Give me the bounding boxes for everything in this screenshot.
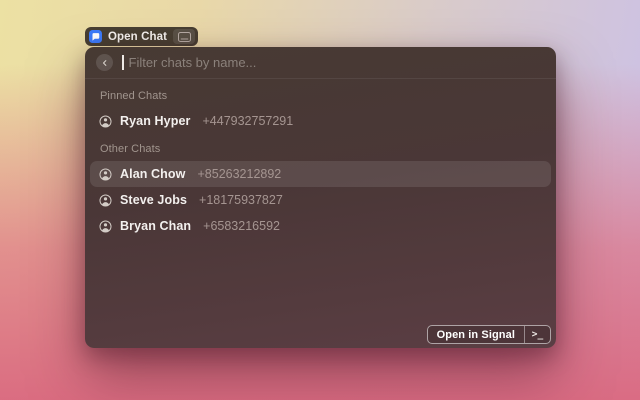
chat-phone: +447932757291 [202,114,293,128]
chat-bubble-icon [89,30,102,43]
section-header: Other Chats [90,134,551,161]
chat-section: Pinned Chats Ryan Hyper +447932757291 [90,81,551,134]
person-circle-icon [99,168,112,181]
terminal-prompt-icon: >_ [525,329,550,340]
command-badge-label: Open Chat [108,31,167,43]
open-in-signal-label: Open in Signal [428,329,524,341]
chat-phone: +18175937827 [199,193,283,207]
search-bar [85,47,556,78]
chat-name: Steve Jobs [120,193,187,207]
chat-name: Alan Chow [120,167,185,181]
person-circle-icon [99,220,112,233]
open-chat-command-badge[interactable]: Open Chat [85,27,198,46]
chat-phone: +85263212892 [197,167,281,181]
open-in-signal-button[interactable]: Open in Signal >_ [427,325,551,344]
chat-list-item[interactable]: Steve Jobs +18175937827 [90,187,551,213]
chat-list-item[interactable]: Alan Chow +85263212892 [90,161,551,187]
keyboard-icon [173,29,195,44]
chat-list: Pinned Chats Ryan Hyper +447932757291 Ot… [85,79,556,241]
text-cursor [122,55,124,70]
chat-name: Ryan Hyper [120,114,190,128]
chat-name: Bryan Chan [120,219,191,233]
back-button[interactable] [96,54,113,71]
chat-section: Other Chats Alan Chow +85263212892 Steve… [90,134,551,239]
person-circle-icon [99,115,112,128]
search-input[interactable] [129,55,546,70]
section-header: Pinned Chats [90,81,551,108]
chat-list-item[interactable]: Bryan Chan +6583216592 [90,213,551,239]
person-circle-icon [99,194,112,207]
chat-list-item[interactable]: Ryan Hyper +447932757291 [90,108,551,134]
chat-phone: +6583216592 [203,219,280,233]
launcher-window: Pinned Chats Ryan Hyper +447932757291 Ot… [85,47,556,348]
